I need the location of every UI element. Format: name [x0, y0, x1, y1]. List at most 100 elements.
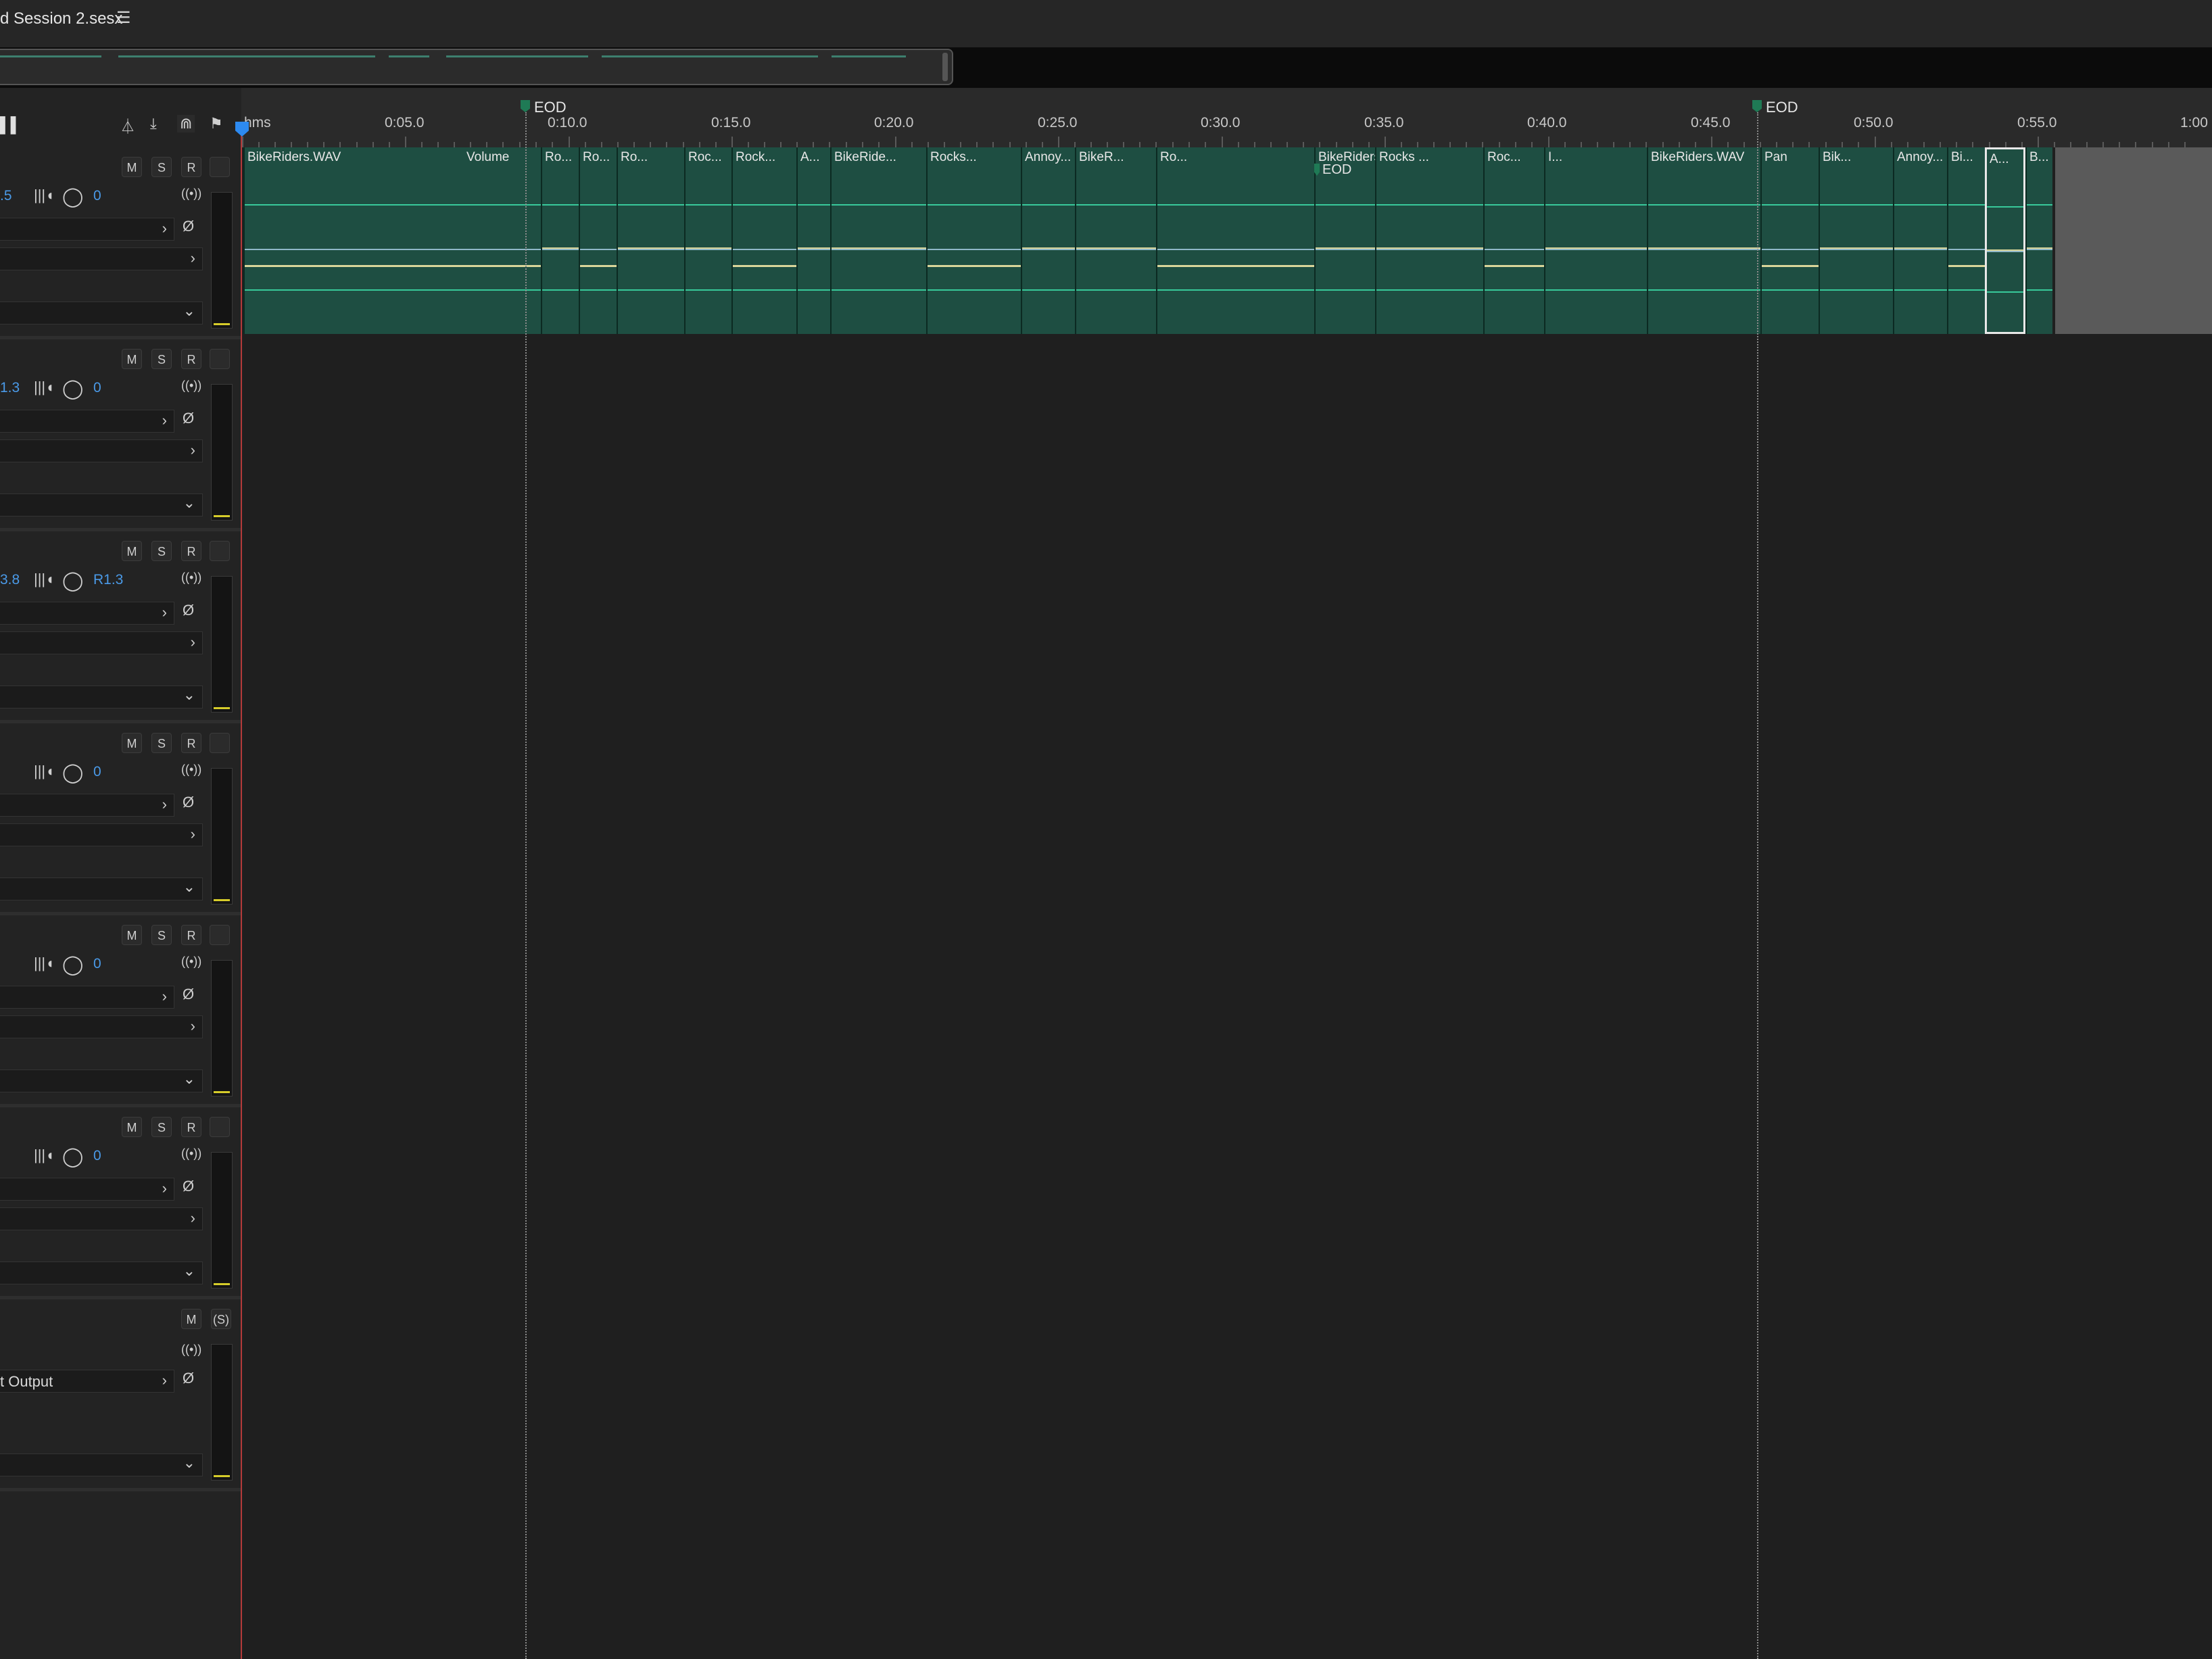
pan-envelope[interactable] [928, 249, 1021, 250]
metronome-icon[interactable]: ⏃ [120, 115, 135, 137]
volume-knob-icon[interactable]: |||◖ [34, 187, 54, 204]
track-output-selector[interactable]: ⌄ [0, 1261, 203, 1284]
track-m-button[interactable]: M [122, 349, 142, 369]
track-effects-row[interactable]: › [0, 439, 203, 462]
audio-clip[interactable]: A... [1985, 147, 2025, 334]
monitor-input-icon[interactable]: ((•)) [181, 379, 201, 393]
pan-knob-icon[interactable]: ◯ [62, 1145, 83, 1168]
track-effects-row[interactable]: › [0, 1207, 203, 1230]
volume-envelope[interactable] [1948, 265, 1988, 267]
track-effects-row[interactable]: › [0, 1015, 203, 1038]
volume-knob-icon[interactable]: |||◖ [34, 763, 54, 780]
track-m-button[interactable]: M [122, 157, 142, 177]
phase-invert-icon[interactable]: Ø [183, 410, 194, 427]
master-mute-button[interactable]: M [181, 1309, 201, 1329]
pan-envelope[interactable] [1948, 249, 1988, 250]
mixer-toggle-icon[interactable]: ▌▌ [0, 116, 21, 134]
track-s-button[interactable]: S [151, 541, 172, 561]
pan-envelope[interactable] [1820, 249, 1893, 250]
track-m-button[interactable]: M [122, 925, 142, 945]
track-arm-button[interactable] [210, 157, 230, 177]
time-ruler[interactable]: hms 0:05.0 0:10.0 0:15.0 0:20.0 0:25.0 0:30.0… [241, 88, 2212, 148]
phase-invert-icon[interactable]: Ø [183, 794, 194, 811]
track-r-button[interactable]: R [181, 541, 201, 561]
pan-knob-icon[interactable]: ◯ [62, 953, 83, 976]
snap-icon[interactable]: ⤓ [150, 115, 157, 133]
phase-invert-icon[interactable]: Ø [183, 986, 194, 1003]
audio-clip[interactable]: Annoy... [1021, 147, 1075, 334]
volume-envelope[interactable] [1157, 265, 1314, 267]
monitor-input-icon[interactable]: ((•)) [181, 571, 201, 585]
track-arm-button[interactable] [210, 541, 230, 561]
audio-clip[interactable]: Annoy... [1893, 147, 1947, 334]
pan-value[interactable]: 0 [93, 380, 101, 396]
audio-clip[interactable]: A... [796, 147, 830, 334]
marker-pin-icon[interactable]: ⚑ [210, 115, 223, 133]
track-s-button[interactable]: S [151, 349, 172, 369]
master-effects-row[interactable]: ⌄ [0, 1453, 203, 1476]
volume-envelope[interactable] [245, 265, 541, 267]
pan-envelope[interactable] [618, 249, 684, 250]
track-r-button[interactable]: R [181, 733, 201, 753]
volume-value[interactable]: .5 [0, 188, 12, 204]
track-r-button[interactable]: R [181, 157, 201, 177]
track-effects-row[interactable]: › [0, 631, 203, 654]
pan-knob-icon[interactable]: ◯ [62, 761, 83, 784]
pan-envelope[interactable] [1545, 249, 1647, 250]
audio-clip[interactable]: Bik... [1819, 147, 1893, 334]
audio-clip[interactable]: Ro... [579, 147, 617, 334]
track-s-button[interactable]: S [151, 157, 172, 177]
pan-envelope[interactable] [580, 249, 617, 250]
volume-knob-icon[interactable]: |||◖ [34, 1147, 54, 1164]
pan-envelope[interactable] [1485, 249, 1544, 250]
monitor-input-icon[interactable]: ((•)) [181, 1343, 201, 1357]
magnet-snap-icon[interactable]: ⋒ [177, 115, 195, 133]
audio-clip[interactable]: BikeR... [1075, 147, 1156, 334]
monitor-input-icon[interactable]: ((•)) [181, 763, 201, 777]
audio-clip[interactable]: Roc... [684, 147, 731, 334]
pan-value[interactable]: 0 [93, 956, 101, 972]
pan-envelope[interactable] [1648, 249, 1760, 250]
track-arm-button[interactable] [210, 349, 230, 369]
audio-clip[interactable]: B... [2025, 147, 2052, 334]
audio-clip[interactable]: Bi... [1947, 147, 1988, 334]
monitor-input-icon[interactable]: ((•)) [181, 187, 201, 201]
volume-envelope[interactable] [1485, 265, 1544, 267]
audio-clip[interactable]: Ro... [1156, 147, 1314, 334]
track-effects-row[interactable]: › [0, 247, 203, 270]
panel-menu-icon[interactable]: ☰ [116, 8, 131, 28]
audio-clip[interactable]: BikeRide... [830, 147, 926, 334]
volume-envelope[interactable] [1762, 265, 1821, 267]
pan-envelope[interactable] [1987, 251, 2023, 252]
track-arm-button[interactable] [210, 1117, 230, 1137]
monitor-input-icon[interactable]: ((•)) [181, 955, 201, 969]
track-input-selector[interactable]: › [0, 602, 174, 625]
audio-clip[interactable]: Ro... [541, 147, 579, 334]
tracks-area[interactable] [241, 147, 2212, 1659]
track-output-selector[interactable]: ⌄ [0, 877, 203, 900]
track-s-button[interactable]: S [151, 733, 172, 753]
pan-envelope[interactable] [798, 249, 830, 250]
monitor-input-icon[interactable]: ((•)) [181, 1147, 201, 1161]
pan-value[interactable]: 0 [93, 1148, 101, 1164]
zoom-navigator-handle[interactable] [0, 49, 953, 85]
pan-envelope[interactable] [1762, 249, 1821, 250]
pan-envelope[interactable] [245, 249, 541, 250]
pan-value[interactable]: 0 [93, 188, 101, 204]
phase-invert-icon[interactable]: Ø [183, 1370, 194, 1387]
track-arm-button[interactable] [210, 925, 230, 945]
audio-clip[interactable]: Ro... [617, 147, 684, 334]
volume-knob-icon[interactable]: |||◖ [34, 955, 54, 972]
pan-envelope[interactable] [832, 249, 926, 250]
zoom-navigator[interactable] [0, 47, 2212, 88]
track-input-selector[interactable]: › [0, 1178, 174, 1201]
pan-envelope[interactable] [2027, 249, 2052, 250]
track-r-button[interactable]: R [181, 925, 201, 945]
clip-envelope-label[interactable]: Volume [466, 150, 509, 165]
phase-invert-icon[interactable]: Ø [183, 1178, 194, 1195]
track-m-button[interactable]: M [122, 1117, 142, 1137]
phase-invert-icon[interactable]: Ø [183, 218, 194, 235]
track-output-selector[interactable]: ⌄ [0, 494, 203, 516]
volume-envelope[interactable] [733, 265, 796, 267]
volume-value[interactable]: 1.3 [0, 380, 20, 396]
